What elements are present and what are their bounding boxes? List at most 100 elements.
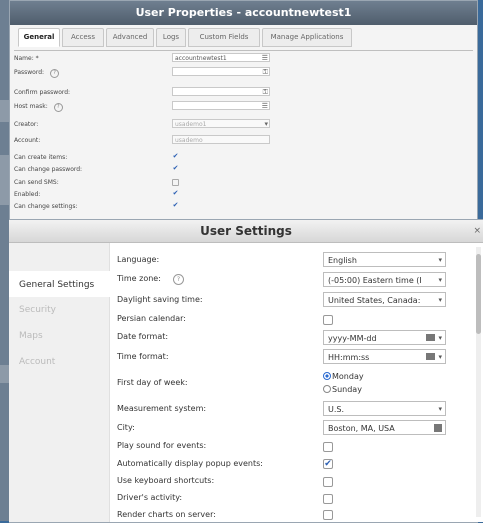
city-field[interactable]: Boston, MA, USA <box>323 420 446 435</box>
help-icon[interactable]: ? <box>172 274 184 285</box>
permission-label: Enabled: <box>14 191 41 198</box>
permission-label: Can send SMS: <box>14 179 59 186</box>
can-change-settings-checkbox[interactable]: ✔ <box>172 202 179 209</box>
tab-bar: General Access Advanced Logs Custom Fiel… <box>14 28 473 51</box>
dst-value: United States, Canada: <box>328 296 421 305</box>
sidebar-item-maps[interactable]: Maps <box>19 331 43 341</box>
render-charts-checkbox[interactable] <box>323 510 333 520</box>
persian-calendar-checkbox[interactable] <box>323 315 333 325</box>
name-value: accountnewtest1 <box>175 55 227 62</box>
sidebar-item-general-settings[interactable]: General Settings <box>19 280 94 290</box>
time-zone-label: Time zone: <box>117 274 161 283</box>
help-icon[interactable]: ? <box>53 103 63 112</box>
clock-icon <box>426 353 435 360</box>
auto-popup-label: Automatically display popup events: <box>117 459 263 468</box>
measurement-value: U.S. <box>328 405 345 414</box>
user-settings-dialog: User Settings × General Settings Securit… <box>9 219 483 522</box>
dropdown-caret-icon: ▾ <box>438 405 442 413</box>
dialog-title: User Properties - accountnewtest1 <box>10 1 477 25</box>
name-label: Name: * <box>14 55 39 62</box>
can-change-password-checkbox[interactable]: ✔ <box>172 165 179 172</box>
measurement-select[interactable]: U.S. ▾ <box>323 401 446 416</box>
monday-radio[interactable]: Monday <box>323 372 364 381</box>
dst-select[interactable]: United States, Canada: ▾ <box>323 292 446 307</box>
creator-select[interactable]: usademo1 ▾ <box>172 119 270 128</box>
settings-sidebar: General Settings Security Maps Account <box>9 243 110 522</box>
city-value: Boston, MA, USA <box>328 424 395 433</box>
account-label: Account: <box>14 137 41 144</box>
name-field[interactable]: accountnewtest1 ☰ <box>172 53 270 62</box>
tab-advanced[interactable]: Advanced <box>106 28 154 47</box>
sunday-radio[interactable]: Sunday <box>323 385 362 394</box>
host-mask-label-row: Host mask:? <box>14 103 63 112</box>
tab-general[interactable]: General <box>18 28 60 47</box>
confirm-password-label: Confirm password: <box>14 89 71 96</box>
enabled-checkbox[interactable]: ✔ <box>172 190 179 197</box>
user-settings-title: User Settings <box>200 224 292 238</box>
dropdown-caret-icon: ▾ <box>438 256 442 264</box>
account-field: usademo <box>172 135 270 144</box>
tab-access[interactable]: Access <box>62 28 104 47</box>
tab-manage-applications[interactable]: Manage Applications <box>262 28 352 47</box>
time-zone-select[interactable]: (-05:00) Eastern time (I ▾ <box>323 272 446 287</box>
scrollbar-thumb[interactable] <box>476 254 481 334</box>
time-format-value: HH:mm:ss <box>328 353 370 362</box>
permission-label: Can change password: <box>14 166 83 173</box>
dropdown-caret-icon[interactable]: ▾ <box>264 120 268 128</box>
can-send-sms-checkbox[interactable] <box>172 179 179 186</box>
background-tab <box>0 100 9 122</box>
tab-custom-fields[interactable]: Custom Fields <box>188 28 260 47</box>
first-day-label: First day of week: <box>117 378 188 387</box>
can-create-items-checkbox[interactable]: ✔ <box>172 153 179 160</box>
date-format-select[interactable]: yyyy-MM-dd ▾ <box>323 330 446 345</box>
sunday-label: Sunday <box>332 385 362 394</box>
radio-selected-icon <box>323 372 331 380</box>
radio-empty-icon <box>323 385 331 393</box>
persian-calendar-label: Persian calendar: <box>117 314 186 323</box>
sidebar-item-account[interactable]: Account <box>19 357 55 367</box>
language-select[interactable]: English ▾ <box>323 252 446 267</box>
background-tab <box>0 155 9 205</box>
list-icon[interactable]: ☰ <box>262 54 268 62</box>
creator-value: usademo1 <box>175 121 207 128</box>
host-mask-field[interactable]: ☰ <box>172 101 270 110</box>
creator-label: Creator: <box>14 121 39 128</box>
keyboard-shortcuts-label: Use keyboard shortcuts: <box>117 476 215 485</box>
dialog-title: User Settings × <box>9 220 483 243</box>
key-icon[interactable]: ⚿ <box>263 88 268 96</box>
render-charts-label: Render charts on server: <box>117 510 216 519</box>
key-icon[interactable]: ⚿ <box>263 68 268 76</box>
time-format-label: Time format: <box>117 352 169 361</box>
date-format-label: Date format: <box>117 332 169 341</box>
close-icon[interactable]: × <box>473 220 481 242</box>
password-label-row: Password:? <box>14 69 60 78</box>
permission-label: Can create items: <box>14 154 68 161</box>
driver-activity-label: Driver's activity: <box>117 493 183 502</box>
auto-popup-checkbox[interactable]: ✔ <box>323 459 333 469</box>
background-app-strip <box>0 0 9 521</box>
city-label: City: <box>117 423 135 432</box>
driver-activity-checkbox[interactable] <box>323 494 333 504</box>
help-icon[interactable]: ? <box>50 69 60 78</box>
tab-logs[interactable]: Logs <box>156 28 186 47</box>
measurement-label: Measurement system: <box>117 404 207 413</box>
language-label: Language: <box>117 255 160 264</box>
password-field[interactable]: ⚿ <box>172 67 270 76</box>
language-value: English <box>328 256 357 265</box>
monday-label: Monday <box>332 372 364 381</box>
location-picker-icon[interactable] <box>434 424 442 432</box>
play-sound-checkbox[interactable] <box>323 442 333 452</box>
sidebar-item-security[interactable]: Security <box>19 305 56 315</box>
play-sound-label: Play sound for events: <box>117 441 207 450</box>
confirm-password-field[interactable]: ⚿ <box>172 87 270 96</box>
date-format-value: yyyy-MM-dd <box>328 334 377 343</box>
keyboard-shortcuts-checkbox[interactable] <box>323 477 333 487</box>
time-zone-value: (-05:00) Eastern time (I <box>328 276 422 285</box>
password-label: Password: <box>14 69 45 76</box>
time-format-select[interactable]: HH:mm:ss ▾ <box>323 349 446 364</box>
dropdown-caret-icon: ▾ <box>438 353 442 361</box>
time-zone-label-row: Time zone:? <box>117 274 184 285</box>
dst-label: Daylight saving time: <box>117 295 203 304</box>
host-mask-label: Host mask: <box>14 103 48 110</box>
list-icon[interactable]: ☰ <box>262 102 268 110</box>
